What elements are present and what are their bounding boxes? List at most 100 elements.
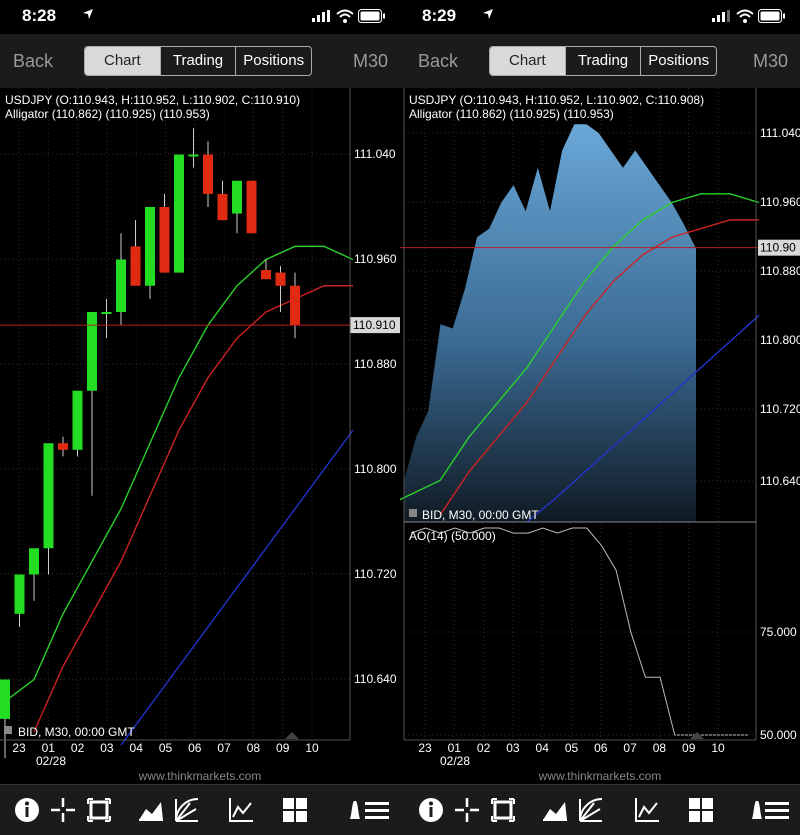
wifi-icon	[336, 9, 354, 23]
candle	[217, 193, 228, 221]
candle	[58, 443, 68, 450]
candle	[72, 390, 83, 450]
tab-trading[interactable]: Trading	[159, 47, 236, 75]
candle	[0, 679, 10, 719]
phone-screen-right: 8:29 Back Chart Trading Positions M30 11…	[400, 0, 800, 835]
candle	[87, 312, 97, 391]
price-tick-label: 110.720	[354, 567, 397, 581]
time-tick-label: 03	[100, 741, 114, 755]
time-tick-label: 10	[305, 741, 319, 755]
tab-trading[interactable]: Trading	[564, 47, 641, 75]
menu-icon[interactable]	[362, 795, 392, 825]
time-tick-label: 08	[247, 741, 261, 755]
lock-icon	[4, 726, 12, 734]
battery-icon	[758, 9, 785, 23]
time-tick-label: 23	[418, 741, 432, 755]
battery-icon	[358, 9, 385, 23]
area-chart[interactable]: 110.90 111.040 110.960 110.880 110.800 110.7…	[400, 88, 800, 784]
candle	[116, 259, 126, 312]
candle	[261, 270, 271, 280]
time-tick-label: 09	[276, 741, 290, 755]
chart-type-icon[interactable]	[540, 795, 570, 825]
candle	[101, 312, 112, 314]
status-bar: 8:29	[400, 0, 800, 34]
nav-bar: Back Chart Trading Positions M30	[0, 34, 400, 88]
view-segmented-control: Chart Trading Positions	[489, 46, 717, 76]
lock-icon	[409, 509, 417, 517]
time-tick-label: 07	[217, 741, 231, 755]
timeframe-button[interactable]: M30	[353, 51, 388, 72]
timeframe-button[interactable]: M30	[753, 51, 788, 72]
price-tick-label: 111.040	[760, 126, 800, 140]
info-icon[interactable]	[416, 795, 446, 825]
price-tick-label: 110.960	[760, 195, 800, 209]
back-button[interactable]: Back	[418, 51, 458, 72]
crosshair-icon[interactable]	[452, 795, 482, 825]
indicators-icon[interactable]	[632, 795, 662, 825]
candle	[174, 154, 184, 273]
price-tick-label: 110.880	[354, 357, 397, 371]
time-tick-label: 06	[594, 741, 608, 755]
time-tick-label: 02	[477, 741, 491, 755]
candle	[203, 154, 213, 194]
wifi-icon	[736, 9, 754, 23]
menu-icon[interactable]	[762, 795, 792, 825]
nav-bar: Back Chart Trading Positions M30	[400, 34, 800, 88]
watermark: www.thinkmarkets.com	[138, 769, 262, 783]
status-time: 8:29	[422, 6, 457, 25]
candle	[159, 207, 170, 273]
time-tick-label: 01	[448, 741, 462, 755]
tab-chart[interactable]: Chart	[85, 47, 160, 75]
signal-icon	[312, 10, 330, 22]
oscillator-label: AO(14) (50.000)	[409, 529, 496, 543]
frame-icon[interactable]	[84, 795, 114, 825]
time-tick-label: 07	[623, 741, 637, 755]
watermark: www.thinkmarkets.com	[538, 769, 662, 783]
time-tick-label: 05	[159, 741, 173, 755]
date-label: 02/28	[36, 754, 66, 768]
time-tick-label: 06	[188, 741, 202, 755]
bid-label: BID, M30, 00:00 GMT	[18, 725, 135, 739]
layout-grid-icon[interactable]	[686, 795, 716, 825]
drawing-tools-icon[interactable]	[576, 795, 606, 825]
location-arrow-icon	[83, 9, 93, 19]
candle	[232, 180, 242, 214]
candle	[290, 285, 300, 326]
candle	[145, 207, 155, 286]
tab-positions[interactable]: Positions	[640, 47, 716, 75]
drawing-tools-icon[interactable]	[172, 795, 202, 825]
price-tick-label: 110.960	[354, 252, 397, 266]
phone-screen-left: 8:28 Back Chart Trading Positions M30 11…	[0, 0, 400, 835]
current-price-label: 110.910	[353, 318, 396, 332]
time-tick-label: 05	[565, 741, 579, 755]
price-tick-label: 110.800	[760, 333, 800, 347]
chart-header: USDJPY (O:110.943, H:110.952, L:110.902,…	[5, 93, 300, 107]
price-tick-label: 110.800	[354, 462, 397, 476]
price-tick-label: 111.040	[354, 147, 396, 161]
current-price-label: 110.90	[760, 241, 796, 255]
candle	[188, 154, 199, 157]
tab-chart[interactable]: Chart	[490, 47, 565, 75]
time-tick-label: 10	[711, 741, 725, 755]
price-tick-label: 110.720	[760, 402, 800, 416]
time-tick-label: 02	[71, 741, 85, 755]
candle	[246, 180, 257, 234]
status-time: 8:28	[22, 6, 57, 25]
price-tick-label: 110.880	[760, 264, 800, 278]
layout-grid-icon[interactable]	[280, 795, 310, 825]
chart-type-icon[interactable]	[136, 795, 166, 825]
back-button[interactable]: Back	[13, 51, 53, 72]
info-icon[interactable]	[12, 795, 42, 825]
indicator-label: Alligator (110.862) (110.925) (110.953)	[409, 107, 614, 121]
frame-icon[interactable]	[488, 795, 518, 825]
price-tick-label: 110.640	[760, 474, 800, 488]
bottom-toolbar	[400, 784, 800, 835]
crosshair-icon[interactable]	[48, 795, 78, 825]
candlestick-chart[interactable]: 110.910 111.040 110.960 110.880 110.800 110.…	[0, 88, 400, 784]
indicators-icon[interactable]	[226, 795, 256, 825]
candle	[130, 246, 141, 286]
tab-positions[interactable]: Positions	[235, 47, 311, 75]
signal-icon	[712, 10, 730, 22]
view-segmented-control: Chart Trading Positions	[84, 46, 312, 76]
chart-header: USDJPY (O:110.943, H:110.952, L:110.902,…	[409, 93, 704, 107]
